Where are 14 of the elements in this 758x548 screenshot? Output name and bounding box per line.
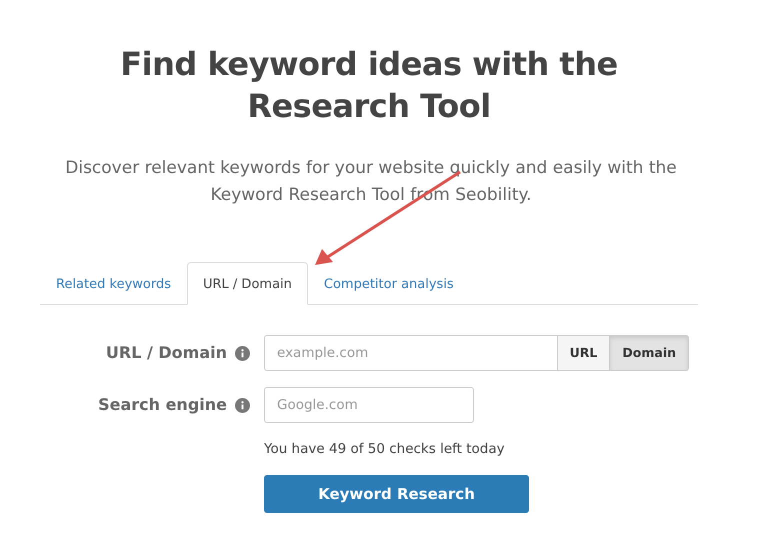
search-engine-field[interactable]: Google.com xyxy=(264,387,474,424)
field-label: Search engine xyxy=(98,394,227,416)
mode-toggle[interactable]: Domain xyxy=(610,335,689,372)
checks-note: You have 49 of 50 checks left today xyxy=(264,440,506,460)
field-label: URL / Domain xyxy=(106,342,227,364)
tab[interactable]: Competitor analysis xyxy=(308,262,470,306)
mode-toggle[interactable]: URL xyxy=(558,335,610,372)
info-icon xyxy=(235,346,250,361)
page-title: Find keyword ideas with the Research Tool xyxy=(119,44,619,127)
url-field[interactable]: example.com xyxy=(264,335,558,372)
info-icon xyxy=(235,398,250,413)
tab[interactable]: URL / Domain xyxy=(187,262,308,306)
keyword-research-button[interactable]: Keyword Research xyxy=(264,475,529,514)
tab[interactable]: Related keywords xyxy=(40,262,187,306)
